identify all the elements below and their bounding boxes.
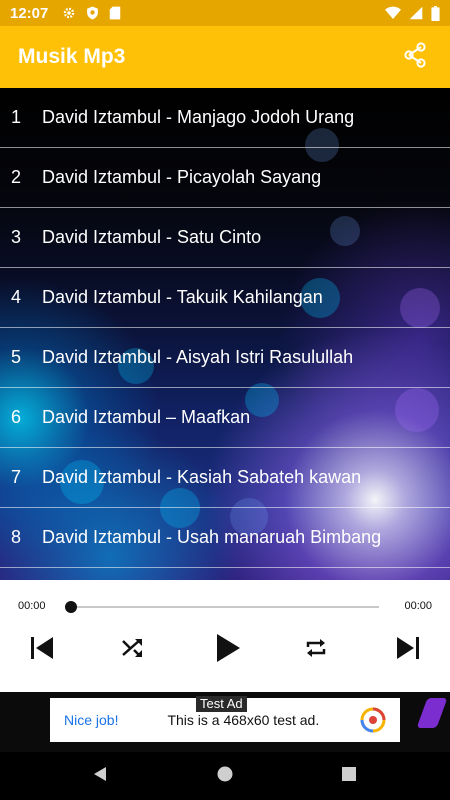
play-button[interactable] [208,630,248,670]
player-controls: 00:00 00:00 [0,580,450,692]
song-title: David Iztambul - Picayolah Sayang [42,167,322,187]
recents-button[interactable] [337,764,361,788]
shield-icon [86,6,99,20]
app-bar: Musik Mp3 [0,26,450,88]
status-bar: 12:07 [0,0,450,26]
song-item[interactable]: 1 David Iztambul - Manjago Jodoh Urang [0,88,450,148]
song-title: David Iztambul - Kasiah Sabateh kawan [42,467,362,487]
ad-label: Test Ad [196,696,247,712]
seek-thumb[interactable] [65,601,77,613]
battery-icon [431,5,440,21]
song-number: 7 [11,467,22,487]
song-list[interactable]: 1 David Iztambul - Manjago Jodoh Urang 2… [0,88,450,580]
back-icon [91,765,109,788]
sd-card-icon [109,6,121,20]
back-button[interactable] [88,764,112,788]
ad-nice-job: Nice job! [64,712,119,728]
repeat-button[interactable] [296,630,336,670]
song-item[interactable]: 2 David Iztambul - Picayolah Sayang [0,148,450,208]
skip-previous-icon [29,636,55,665]
song-number: 8 [11,527,22,547]
song-title: David Iztambul - Aisyah Istri Rasulullah [42,347,354,367]
song-item[interactable]: 7 David Iztambul - Kasiah Sabateh kawan [0,448,450,508]
navigation-bar [0,752,450,800]
ad-logo-icon [360,707,386,733]
song-title: David Iztambul - Satu Cinto [42,227,262,247]
share-icon [402,41,428,73]
cell-signal-icon [409,6,423,20]
home-button[interactable] [213,764,237,788]
shuffle-button[interactable] [113,630,153,670]
song-number: 4 [11,287,22,307]
previous-button[interactable] [22,630,62,670]
song-title: David Iztambul - Usah manaruah Bimbang [42,527,382,547]
song-number: 3 [11,227,22,247]
song-item[interactable]: 4 David Iztambul - Takuik Kahilangan [0,268,450,328]
status-time: 12:07 [10,4,49,22]
home-icon [216,765,234,788]
ad-area: Nice job! This is a 468x60 test ad. Test… [0,692,450,752]
song-item[interactable]: 8 David Iztambul - Usah manaruah Bimbang [0,508,450,568]
total-time: 00:00 [404,600,432,612]
next-button[interactable] [388,630,428,670]
wifi-icon [385,6,401,20]
play-icon [215,633,241,668]
skip-next-icon [395,636,421,665]
seek-bar[interactable] [70,606,379,608]
song-number: 1 [11,107,22,127]
song-number: 5 [11,347,22,367]
ad-text: This is a 468x60 test ad. [167,712,320,728]
ad-decoration [416,698,448,728]
song-number: 2 [11,167,22,187]
app-title: Musik Mp3 [18,45,126,68]
song-title: David Iztambul - Manjago Jodoh Urang [42,107,355,127]
share-button[interactable] [398,40,432,74]
recents-icon [340,765,358,788]
song-item[interactable]: 3 David Iztambul - Satu Cinto [0,208,450,268]
song-item[interactable]: 5 David Iztambul - Aisyah Istri Rasulull… [0,328,450,388]
current-time: 00:00 [18,600,46,612]
gear-icon [62,6,76,20]
shuffle-icon [121,637,145,664]
song-title: David Iztambul - Takuik Kahilangan [42,287,323,307]
song-item[interactable]: 6 David Iztambul – Maafkan [0,388,450,448]
song-title: David Iztambul – Maafkan [42,407,251,427]
song-number: 6 [11,407,22,427]
repeat-icon [304,637,328,664]
